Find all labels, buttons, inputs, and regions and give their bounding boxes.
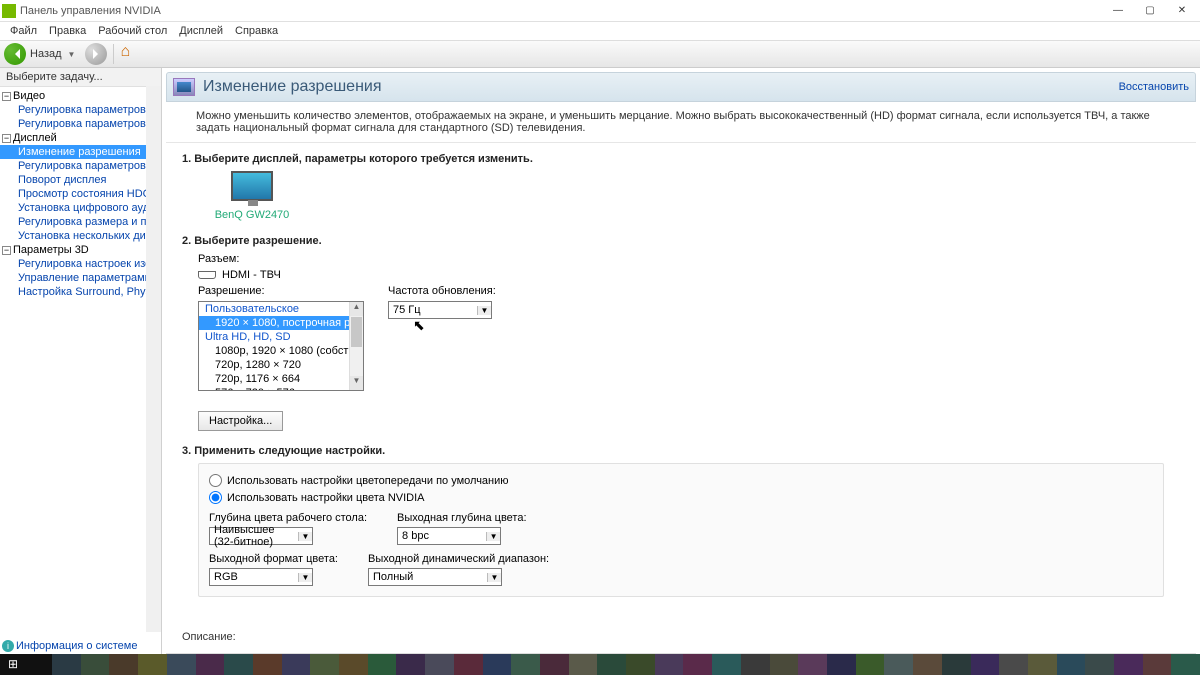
fmt-label: Выходной формат цвета: <box>209 553 338 565</box>
tree-multi-display[interactable]: Установка нескольких дисплеев <box>0 229 161 243</box>
taskbar[interactable]: ⊞ <box>0 654 1200 675</box>
back-button[interactable]: Назад ▼ <box>4 43 81 65</box>
res-576p[interactable]: 576p, 720 × 576 <box>199 386 363 391</box>
nvidia-icon <box>2 4 16 18</box>
monitor-name: BenQ GW2470 <box>212 209 292 221</box>
page-description: Можно уменьшить количество элементов, от… <box>166 102 1196 143</box>
res-group-custom: Пользовательское <box>199 302 363 316</box>
outdepth-label: Выходная глубина цвета: <box>397 512 527 524</box>
restore-link[interactable]: Восстановить <box>1119 81 1189 93</box>
connector-label: Разъем: <box>198 253 1180 265</box>
scroll-up-icon[interactable]: ▲ <box>350 302 363 316</box>
task-tree: −Видео Регулировка параметров цвета для … <box>0 87 161 299</box>
outdepth-combo[interactable]: 8 bpc▼ <box>397 527 501 545</box>
customize-button[interactable]: Настройка... <box>198 411 283 431</box>
refresh-combo[interactable]: 75 Гц▼ <box>388 301 492 319</box>
tree-3d-image[interactable]: Регулировка настроек изображения с пр <box>0 257 161 271</box>
page-title: Изменение разрешения <box>203 78 1119 96</box>
sidebar: Выберите задачу... −Видео Регулировка па… <box>0 68 162 654</box>
back-dropdown-icon[interactable]: ▼ <box>68 50 76 59</box>
chevron-down-icon: ▼ <box>298 532 312 541</box>
res-1080p[interactable]: 1080p, 1920 × 1080 (собственное) <box>199 344 363 358</box>
res-1920x1080-custom[interactable]: 1920 × 1080, построчная развертка <box>199 316 363 330</box>
tree-size-pos[interactable]: Регулировка размера и положения рабо <box>0 215 161 229</box>
maximize-button[interactable]: ▢ <box>1134 1 1166 21</box>
resolution-icon <box>173 78 195 96</box>
system-info-link[interactable]: iИнформация о системе <box>2 640 137 652</box>
res-720p-1280[interactable]: 720p, 1280 × 720 <box>199 358 363 372</box>
connector-value: HDMI - ТВЧ <box>198 269 1180 281</box>
description-head: Описание: <box>162 621 1200 653</box>
res-720p-1176[interactable]: 720p, 1176 × 664 <box>199 372 363 386</box>
menubar: Файл Правка Рабочий стол Дисплей Справка <box>0 22 1200 40</box>
refresh-label: Частота обновления: <box>388 285 496 297</box>
chevron-down-icon: ▼ <box>477 306 491 315</box>
collapse-icon[interactable]: − <box>2 134 11 143</box>
toolbar: Назад ▼ <box>0 40 1200 68</box>
chevron-down-icon: ▼ <box>486 532 500 541</box>
main-panel: Изменение разрешения Восстановить Можно … <box>162 68 1200 654</box>
back-label: Назад <box>30 48 62 60</box>
forward-button[interactable] <box>85 43 107 65</box>
tree-change-resolution[interactable]: Изменение разрешения <box>0 145 161 159</box>
tree-3d-manage[interactable]: Управление параметрами 3D <box>0 271 161 285</box>
tree-display[interactable]: −Дисплей <box>0 131 161 145</box>
monitor-tile[interactable]: BenQ GW2470 <box>212 171 292 221</box>
tree-desktop-color[interactable]: Регулировка параметров цвета рабоче <box>0 159 161 173</box>
monitor-icon <box>231 171 273 201</box>
range-label: Выходной динамический диапазон: <box>368 553 549 565</box>
color-settings-panel: Использовать настройки цветопередачи по … <box>198 463 1164 597</box>
depth-combo[interactable]: Наивысшее (32-битное)▼ <box>209 527 313 545</box>
taskbar-thumbnails <box>52 654 1200 675</box>
depth-label: Глубина цвета рабочего стола: <box>209 512 367 524</box>
scroll-down-icon[interactable]: ▼ <box>350 376 363 390</box>
scroll-thumb[interactable] <box>351 317 362 347</box>
fmt-combo[interactable]: RGB▼ <box>209 568 313 586</box>
menu-edit[interactable]: Правка <box>43 25 92 37</box>
radio-nvidia-color[interactable]: Использовать настройки цвета NVIDIA <box>209 491 1153 504</box>
resolution-listbox[interactable]: Пользовательское 1920 × 1080, построчная… <box>198 301 364 391</box>
menu-display[interactable]: Дисплей <box>173 25 229 37</box>
tree-3d[interactable]: −Параметры 3D <box>0 243 161 257</box>
menu-help[interactable]: Справка <box>229 25 284 37</box>
step2-label: 2. Выберите разрешение. <box>182 235 1180 247</box>
step1-label: 1. Выберите дисплей, параметры которого … <box>182 153 1180 165</box>
menu-file[interactable]: Файл <box>4 25 43 37</box>
tree-rotate[interactable]: Поворот дисплея <box>0 173 161 187</box>
toolbar-separator <box>113 44 114 64</box>
hdmi-icon <box>198 271 216 279</box>
chevron-down-icon: ▼ <box>298 573 312 582</box>
task-icon[interactable] <box>26 655 52 673</box>
titlebar: Панель управления NVIDIA — ▢ ✕ <box>0 0 1200 22</box>
radio-default-color[interactable]: Использовать настройки цветопередачи по … <box>209 474 1153 487</box>
page-header: Изменение разрешения Восстановить <box>166 72 1196 102</box>
resolution-label: Разрешение: <box>198 285 364 297</box>
step3-label: 3. Применить следующие настройки. <box>182 445 1180 457</box>
range-combo[interactable]: Полный▼ <box>368 568 502 586</box>
res-group-hd: Ultra HD, HD, SD <box>199 330 363 344</box>
sidebar-scrollbar[interactable] <box>146 86 161 632</box>
home-button[interactable] <box>120 45 138 63</box>
info-icon: i <box>2 640 14 652</box>
menu-desktop[interactable]: Рабочий стол <box>92 25 173 37</box>
chevron-down-icon: ▼ <box>487 573 501 582</box>
window-title: Панель управления NVIDIA <box>20 5 1102 17</box>
tree-surround-physx[interactable]: Настройка Surround, PhysX <box>0 285 161 299</box>
collapse-icon[interactable]: − <box>2 246 11 255</box>
tree-hdcp[interactable]: Просмотр состояния HDCP <box>0 187 161 201</box>
minimize-button[interactable]: — <box>1102 1 1134 21</box>
collapse-icon[interactable]: − <box>2 92 11 101</box>
tree-video-color[interactable]: Регулировка параметров цвета для вид <box>0 103 161 117</box>
tree-video[interactable]: −Видео <box>0 89 161 103</box>
tree-digital-audio[interactable]: Установка цифрового аудио <box>0 201 161 215</box>
close-button[interactable]: ✕ <box>1166 1 1198 21</box>
sidebar-head: Выберите задачу... <box>0 68 161 87</box>
tree-video-image[interactable]: Регулировка параметров изображения д <box>0 117 161 131</box>
back-icon <box>4 43 26 65</box>
start-button[interactable]: ⊞ <box>4 655 22 673</box>
listbox-scrollbar[interactable]: ▲▼ <box>349 302 363 390</box>
